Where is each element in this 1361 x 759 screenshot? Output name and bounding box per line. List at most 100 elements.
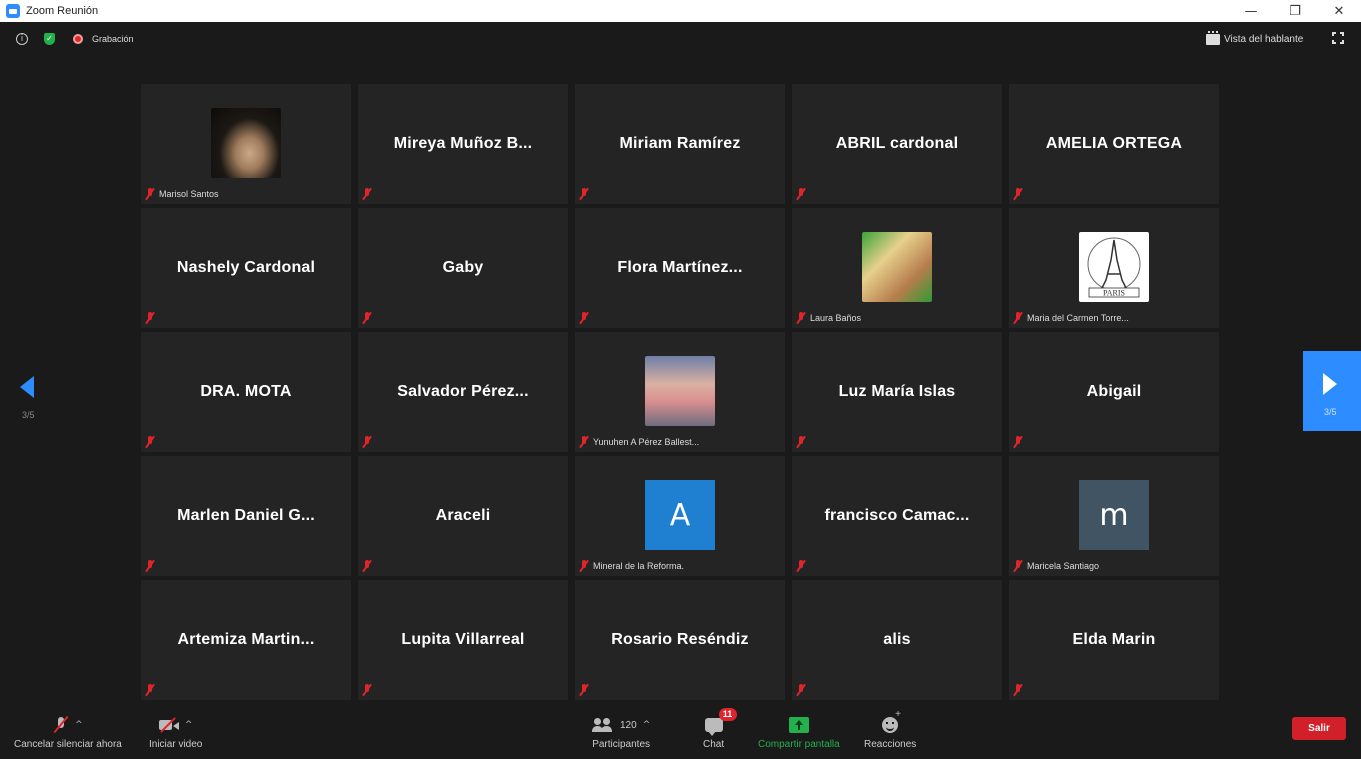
participant-tile[interactable]: m Maricela Santiago (1009, 456, 1219, 576)
participant-tile[interactable]: Yunuhen A Pérez Ballest... (575, 332, 785, 452)
info-icon[interactable]: i (16, 33, 28, 45)
microphone-muted-icon (145, 312, 155, 324)
meeting-toolbar: ^ Cancelar silenciar ahora ^ Iniciar vid… (0, 708, 1361, 759)
participants-label: Participantes (592, 739, 651, 750)
microphone-muted-icon (579, 188, 589, 200)
microphone-muted-icon (796, 312, 806, 324)
unmute-button[interactable]: ^ Cancelar silenciar ahora (14, 714, 122, 750)
microphone-muted-icon (796, 436, 806, 448)
fullscreen-icon[interactable] (1332, 32, 1344, 44)
add-reaction-icon: + (895, 709, 901, 720)
participant-avatar-letter: m (1079, 480, 1149, 550)
participant-footer: Maria del Carmen Torre... (1013, 312, 1129, 324)
chevron-up-icon[interactable]: ^ (185, 720, 193, 730)
window-title: Zoom Reunión (26, 5, 99, 17)
previous-page-button[interactable]: 3/5 (20, 376, 50, 436)
chevron-up-icon[interactable]: ^ (643, 720, 651, 730)
participant-tile[interactable]: Gaby (358, 208, 568, 328)
participant-tile[interactable]: AMELIA ORTEGA (1009, 84, 1219, 204)
participant-tile[interactable]: alis (792, 580, 1002, 700)
arrow-left-icon (20, 376, 34, 398)
start-video-button[interactable]: ^ Iniciar video (149, 714, 202, 750)
participant-avatar-letter: A (645, 480, 715, 550)
participant-footer (1013, 684, 1023, 696)
next-page-button[interactable]: 3/5 (1303, 351, 1361, 431)
microphone-muted-icon (1013, 436, 1023, 448)
microphone-muted-icon (579, 560, 589, 572)
restore-icon[interactable]: ❐ (1273, 0, 1317, 22)
participant-tile[interactable]: DRA. MOTA (141, 332, 351, 452)
microphone-off-icon (53, 716, 69, 734)
chat-button[interactable]: 11 Chat (703, 708, 737, 750)
participant-gallery: Marisol Santos Mireya Muñoz B... Miriam Ra… (141, 84, 1219, 700)
participant-tile[interactable]: Araceli (358, 456, 568, 576)
participant-tile[interactable]: Marlen Daniel G... (141, 456, 351, 576)
reactions-button[interactable]: + Reacciones (864, 709, 917, 750)
microphone-muted-icon (145, 188, 155, 200)
participant-name: Lupita Villarreal (401, 631, 525, 648)
photo-caption: PARIS (1103, 289, 1125, 298)
share-screen-label: Compartir pantalla (758, 739, 840, 750)
participant-tile[interactable]: Abigail (1009, 332, 1219, 452)
participant-tile[interactable]: Marisol Santos (141, 84, 351, 204)
leave-button[interactable]: Salir (1292, 717, 1346, 740)
participant-footer (145, 312, 155, 324)
participant-footer (362, 436, 372, 448)
window-controls: — ❐ ✕ (1229, 0, 1361, 22)
minimize-icon[interactable]: — (1229, 0, 1273, 22)
microphone-muted-icon (145, 436, 155, 448)
speaker-view-icon (1206, 30, 1220, 45)
participant-name-label: Maricela Santiago (1027, 561, 1100, 571)
participant-name: Salvador Pérez... (397, 383, 529, 400)
participant-tile[interactable]: Luz María Islas (792, 332, 1002, 452)
participant-footer (579, 684, 589, 696)
participant-footer (362, 188, 372, 200)
meeting-topbar: i ✓ Grabación Vista del hablante (0, 22, 1361, 56)
microphone-muted-icon (362, 188, 372, 200)
participant-tile[interactable]: A Mineral de la Reforma. (575, 456, 785, 576)
participant-tile[interactable]: Mireya Muñoz B... (358, 84, 568, 204)
participant-tile[interactable]: Lupita Villarreal (358, 580, 568, 700)
participant-name: AMELIA ORTEGA (1045, 135, 1183, 152)
participant-footer (362, 312, 372, 324)
speaker-view-button[interactable]: Vista del hablante (1206, 30, 1303, 48)
participant-name: Rosario Reséndiz (611, 631, 749, 648)
participant-tile[interactable]: Flora Martínez... (575, 208, 785, 328)
reactions-label: Reacciones (864, 739, 917, 750)
microphone-muted-icon (796, 188, 806, 200)
participant-photo: PARIS (1079, 232, 1149, 302)
meeting-area: i ✓ Grabación Vista del hablante 3/5 3/5… (0, 22, 1361, 759)
participants-count: 120 (620, 719, 637, 731)
participant-tile[interactable]: Laura Baños (792, 208, 1002, 328)
microphone-muted-icon (362, 560, 372, 572)
participant-name-label: Marisol Santos (159, 189, 219, 199)
participant-tile[interactable]: Miriam Ramírez (575, 84, 785, 204)
participant-footer: Maricela Santiago (1013, 560, 1099, 572)
participant-name: alis (883, 631, 911, 648)
microphone-muted-icon (362, 684, 372, 696)
video-off-icon (158, 718, 179, 732)
participant-footer (1013, 436, 1023, 448)
participant-tile[interactable]: Artemiza Martin... (141, 580, 351, 700)
participant-tile[interactable]: Rosario Reséndiz (575, 580, 785, 700)
participant-name: Araceli (435, 507, 491, 524)
participant-tile[interactable]: PARIS Maria del Carmen Torre... (1009, 208, 1219, 328)
participant-footer: Marisol Santos (145, 188, 219, 200)
participant-name: Marlen Daniel G... (177, 507, 315, 524)
participant-name: Mireya Muñoz B... (393, 135, 533, 152)
participants-button[interactable]: 120 ^ Participantes (592, 714, 650, 750)
microphone-muted-icon (1013, 188, 1023, 200)
participant-name: Abigail (1086, 383, 1142, 400)
participant-tile[interactable]: francisco Camac... (792, 456, 1002, 576)
participant-tile[interactable]: Nashely Cardonal (141, 208, 351, 328)
chevron-up-icon[interactable]: ^ (75, 720, 83, 730)
security-shield-icon[interactable]: ✓ (44, 33, 55, 45)
participant-footer (145, 560, 155, 572)
participant-tile[interactable]: Salvador Pérez... (358, 332, 568, 452)
participant-tile[interactable]: ABRIL cardonal (792, 84, 1002, 204)
close-icon[interactable]: ✕ (1317, 0, 1361, 22)
participant-tile[interactable]: Elda Marin (1009, 580, 1219, 700)
participant-footer (579, 188, 589, 200)
share-screen-button[interactable]: Compartir pantalla (758, 714, 840, 750)
participant-name: Nashely Cardonal (176, 259, 316, 276)
